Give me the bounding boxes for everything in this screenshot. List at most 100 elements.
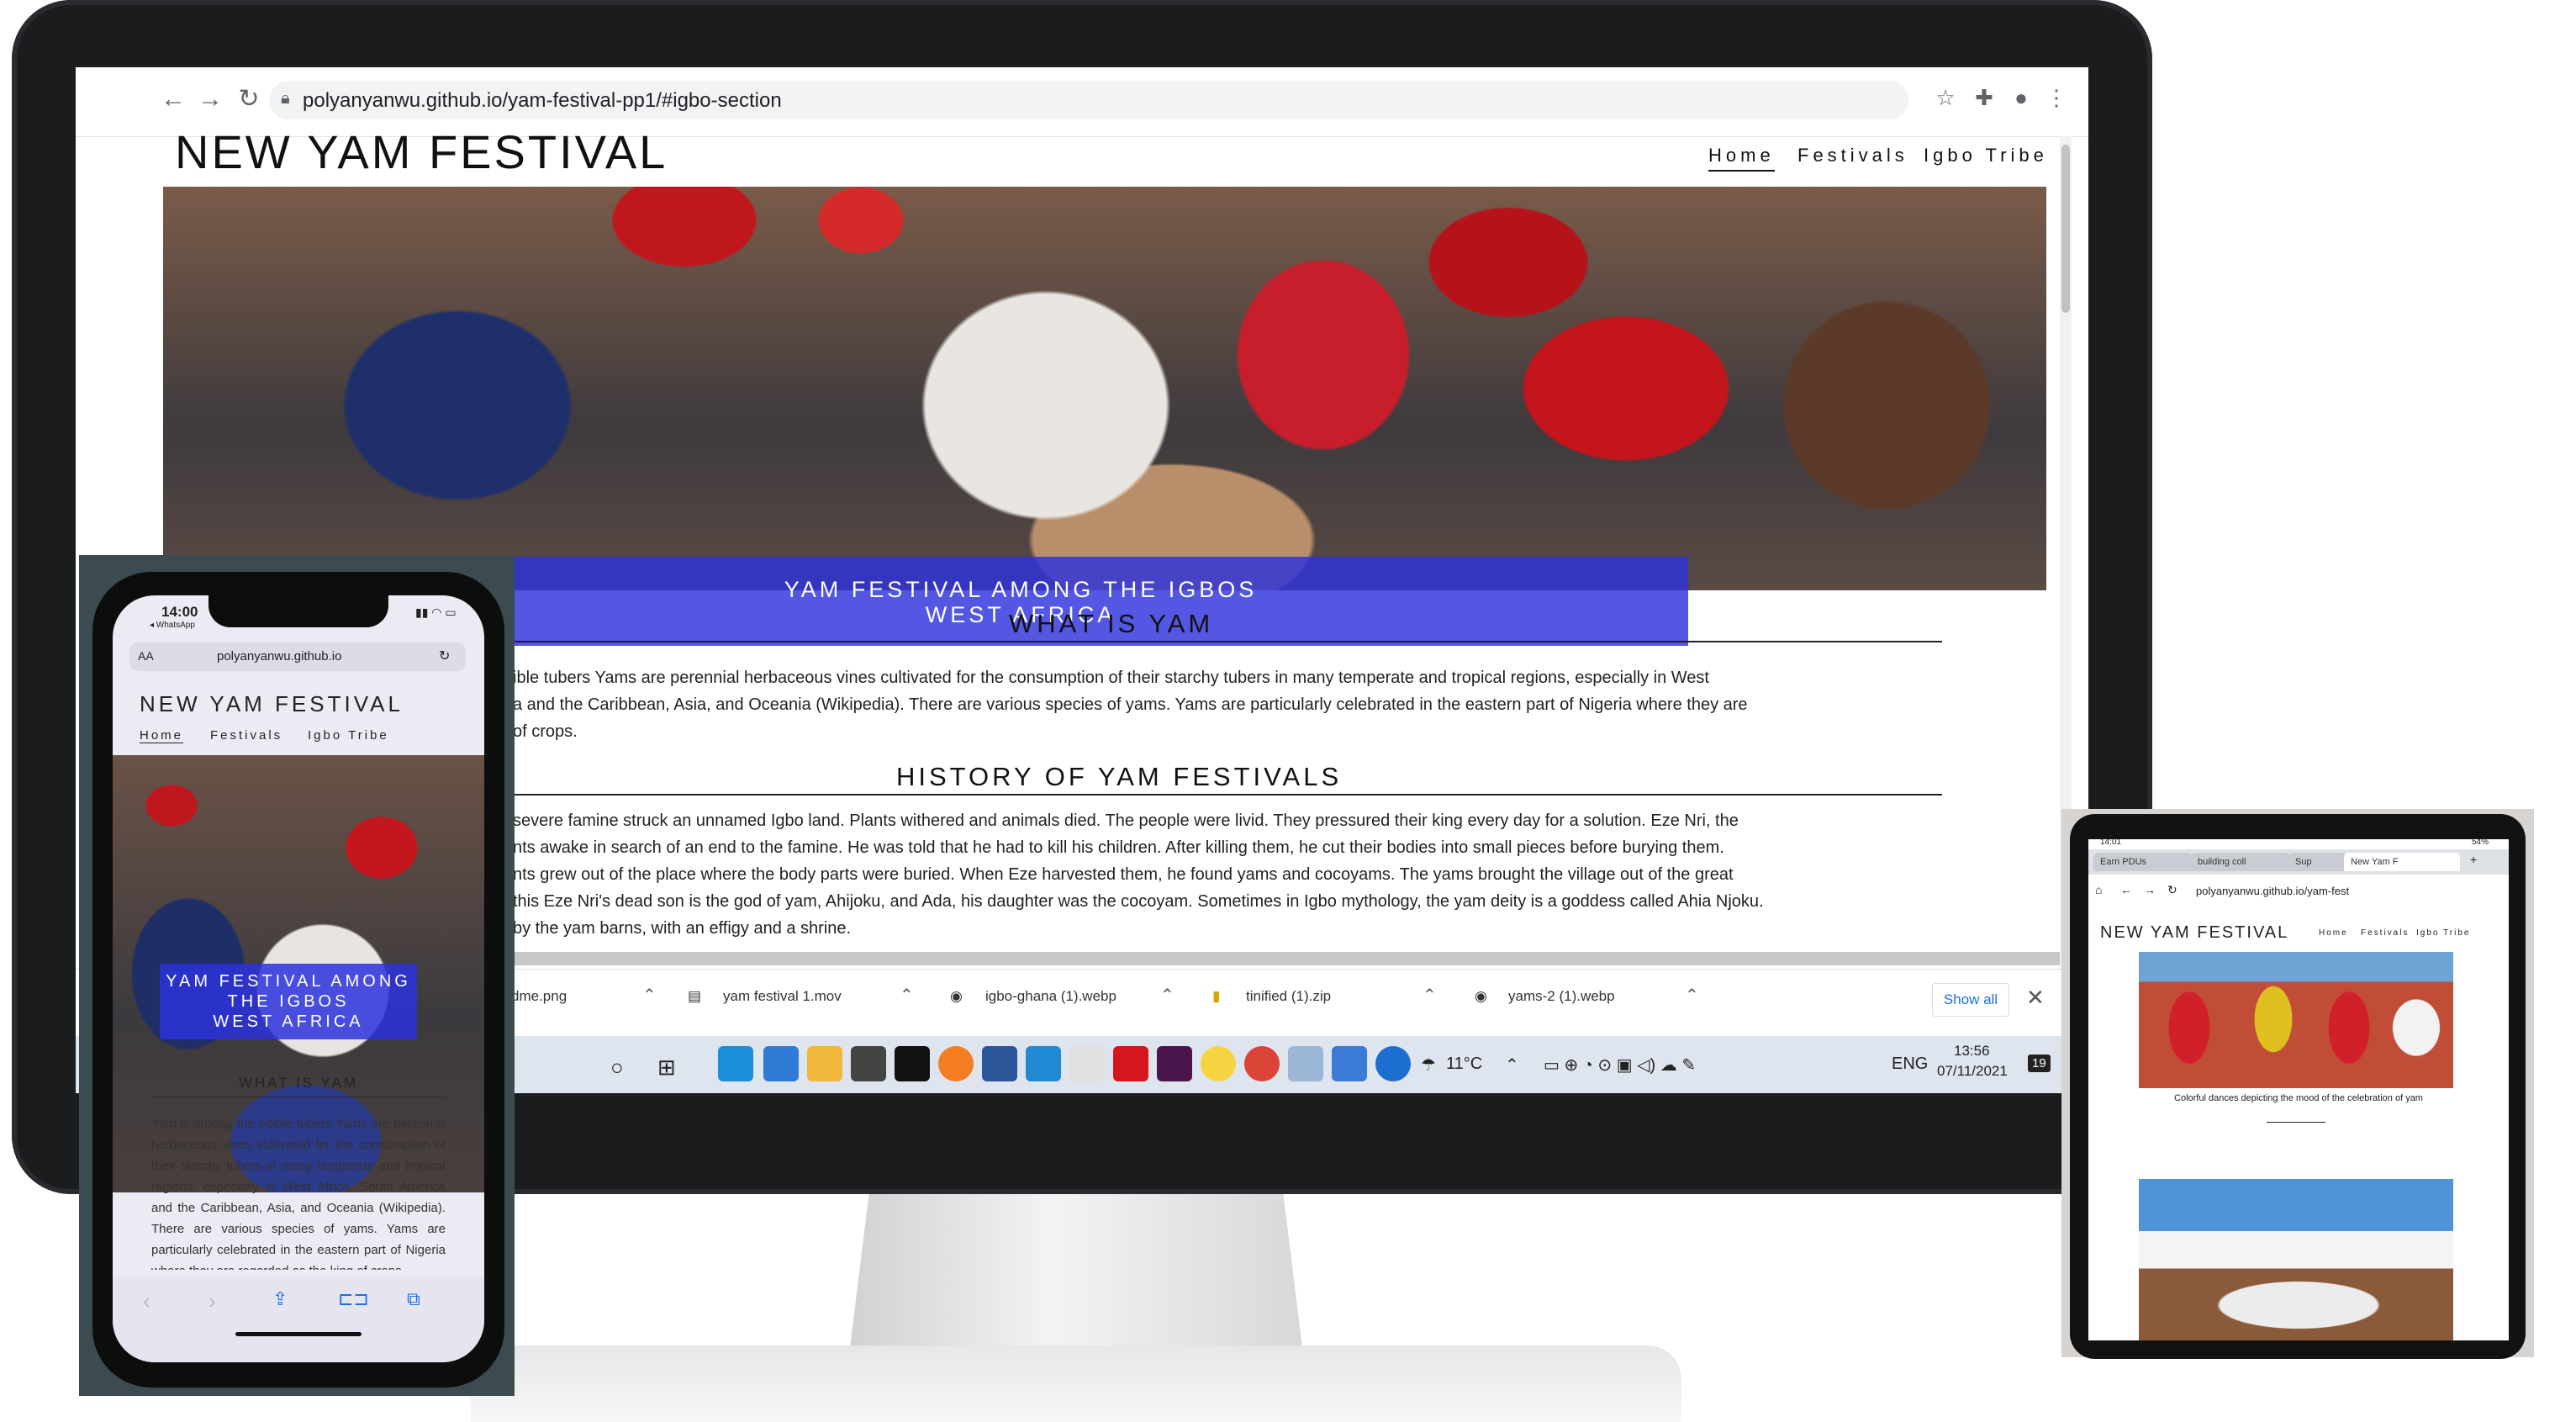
reader-aa-button[interactable]: AA: [138, 649, 154, 663]
phone-nav-home[interactable]: Home: [140, 728, 184, 743]
download-item[interactable]: dme.png: [511, 988, 567, 1005]
paragraph-line: a and the Caribbean, Asia, and Oceania (…: [513, 695, 1748, 714]
reload-icon[interactable]: ↻: [2167, 883, 2177, 897]
chevron-up-icon[interactable]: ⌃: [900, 985, 914, 1006]
phone-notch: [209, 595, 388, 627]
reload-icon[interactable]: ↻: [232, 82, 266, 116]
phone-clock: 14:00: [161, 604, 198, 620]
back-icon[interactable]: ←: [156, 82, 190, 116]
chevron-up-icon[interactable]: ⌃: [1685, 985, 1699, 1006]
tablet-url[interactable]: polyanyanwu.github.io/yam-fest: [2196, 885, 2349, 897]
chevron-up-icon[interactable]: ⌃: [1505, 1055, 1519, 1076]
download-item[interactable]: igbo-ghana (1).webp: [985, 988, 1116, 1005]
edge-dev-icon[interactable]: [1375, 1046, 1411, 1081]
tabs-icon[interactable]: ⧉: [407, 1288, 420, 1310]
tray-icons[interactable]: ▭ ⊕ ◔ ⊙ ▣ ◁) ☁ ✎: [1544, 1055, 1696, 1076]
download-item[interactable]: yam festival 1.mov: [723, 988, 842, 1005]
tablet-clock: 14:01: [2100, 839, 2122, 847]
chevron-up-icon[interactable]: ⌃: [1423, 985, 1437, 1006]
photos-icon[interactable]: [1332, 1046, 1367, 1081]
lock-icon: 🔒︎: [281, 89, 290, 108]
forward-icon[interactable]: ›: [209, 1288, 216, 1314]
home-icon[interactable]: ⌂: [2095, 883, 2102, 896]
scrollbar-thumb[interactable]: [2061, 145, 2070, 313]
festival-dance-image: [2139, 952, 2453, 1088]
word-icon[interactable]: [982, 1046, 1017, 1081]
phone-banner-line: THE IGBOS: [227, 992, 350, 1011]
profile-avatar[interactable]: ●: [2004, 81, 2038, 114]
reload-icon[interactable]: ↻: [439, 648, 450, 664]
widgets-icon[interactable]: ⊞: [657, 1055, 676, 1081]
bookmarks-icon[interactable]: ⊏⊐: [338, 1288, 369, 1310]
phone-toolbar: ‹ › ⇪ ⊏⊐ ⧉: [113, 1277, 484, 1362]
show-all-button[interactable]: Show all: [1932, 983, 2009, 1017]
phone-site-title: NEW YAM FESTIVAL: [140, 691, 404, 716]
acrobat-icon[interactable]: [1113, 1046, 1148, 1081]
phone-address-bar[interactable]: AA polyanyanwu.github.io ↻: [129, 642, 466, 671]
nav-igbo-tribe[interactable]: Igbo Tribe: [1924, 145, 2048, 167]
clock-date[interactable]: 07/11/2021: [1937, 1063, 2008, 1080]
phone-nav-igbo-tribe[interactable]: Igbo Tribe: [308, 728, 389, 743]
browser-tab-active[interactable]: New Yam F: [2344, 853, 2460, 871]
terminal-icon[interactable]: [895, 1046, 930, 1081]
nav-festivals[interactable]: Festivals: [1797, 145, 1908, 167]
tablet-nav-home[interactable]: Home: [2319, 928, 2348, 938]
close-icon[interactable]: ✕: [2026, 985, 2045, 1011]
home-indicator: [235, 1332, 362, 1336]
notification-badge[interactable]: 19: [2028, 1055, 2051, 1072]
back-icon[interactable]: ←: [2120, 883, 2132, 896]
chrome-icon[interactable]: [1244, 1046, 1280, 1081]
weather-temp[interactable]: 11°C: [1446, 1055, 1482, 1074]
phone-nav-festivals[interactable]: Festivals: [210, 728, 282, 743]
task-view-icon[interactable]: ○: [610, 1055, 624, 1081]
weather-icon[interactable]: ☂: [1421, 1055, 1436, 1076]
forward-icon[interactable]: →: [193, 82, 227, 116]
tablet-nav-igbo-tribe[interactable]: Igbo Tribe: [2416, 928, 2470, 938]
tablet-nav-festivals[interactable]: Festivals: [2361, 928, 2409, 938]
file-explorer-icon[interactable]: [807, 1046, 842, 1081]
nav-home[interactable]: Home: [1708, 145, 1775, 172]
festival-gathering-image: [2139, 1179, 2453, 1340]
image-caption: Colorful dances depicting the mood of th…: [2174, 1093, 2423, 1103]
monitor-stand-base: [471, 1345, 1681, 1422]
language-indicator[interactable]: ENG: [1892, 1055, 1928, 1074]
firefox-icon[interactable]: [938, 1046, 974, 1081]
store-icon[interactable]: [851, 1046, 886, 1081]
emoji-icon[interactable]: [1201, 1046, 1236, 1081]
browser-tab[interactable]: Earn PDUs: [2093, 853, 2193, 871]
back-icon[interactable]: ‹: [143, 1288, 150, 1314]
vscode-icon[interactable]: [1026, 1046, 1061, 1081]
phone-paragraph: Yam is among the edible tubers Yams are …: [151, 1117, 446, 1270]
paragraph-line: by the yam barns, with an effigy and a s…: [513, 919, 852, 938]
horizontal-scrollbar[interactable]: [479, 952, 2060, 965]
edge-browser-icon[interactable]: [718, 1046, 753, 1081]
mail-icon[interactable]: [763, 1046, 799, 1081]
edge-icon: ◉: [950, 988, 963, 1004]
forward-icon[interactable]: →: [2144, 883, 2156, 896]
download-item[interactable]: tinified (1).zip: [1246, 988, 1331, 1005]
new-tab-icon[interactable]: +: [2470, 853, 2477, 866]
paint-icon[interactable]: [1069, 1046, 1105, 1081]
section-divider: [513, 794, 1942, 796]
app-icon[interactable]: [1288, 1046, 1323, 1081]
slack-icon[interactable]: [1157, 1046, 1192, 1081]
whatsapp-back-link[interactable]: ◂ WhatsApp: [150, 621, 195, 630]
chevron-up-icon[interactable]: ⌃: [642, 985, 657, 1006]
site-title: NEW YAM FESTIVAL: [175, 125, 668, 178]
clock-time[interactable]: 13:56: [1954, 1043, 1990, 1060]
chevron-up-icon[interactable]: ⌃: [1160, 985, 1175, 1006]
zip-icon: ▮: [1212, 988, 1221, 1004]
menu-kebab-icon[interactable]: ⋮: [2040, 81, 2073, 114]
edge-icon: ◉: [1475, 988, 1487, 1004]
extensions-icon[interactable]: ✚: [1967, 81, 2001, 114]
address-bar[interactable]: 🔒︎ polyanyanwu.github.io/yam-festival-pp…: [269, 81, 1908, 119]
hero-image: [163, 187, 2046, 590]
share-icon[interactable]: ⇪: [272, 1288, 288, 1310]
tablet-site-title: NEW YAM FESTIVAL: [2100, 923, 2289, 942]
download-item[interactable]: yams-2 (1).webp: [1508, 988, 1615, 1005]
browser-tab[interactable]: Sup: [2288, 853, 2346, 871]
bookmark-star-icon[interactable]: ☆: [1929, 81, 1962, 114]
tablet-address-row: ⌂ ← → ↻ polyanyanwu.github.io/yam-fest: [2088, 876, 2509, 907]
paragraph-line: ible tubers Yams are perennial herbaceou…: [513, 669, 1709, 687]
browser-tab[interactable]: building coll: [2191, 853, 2290, 871]
